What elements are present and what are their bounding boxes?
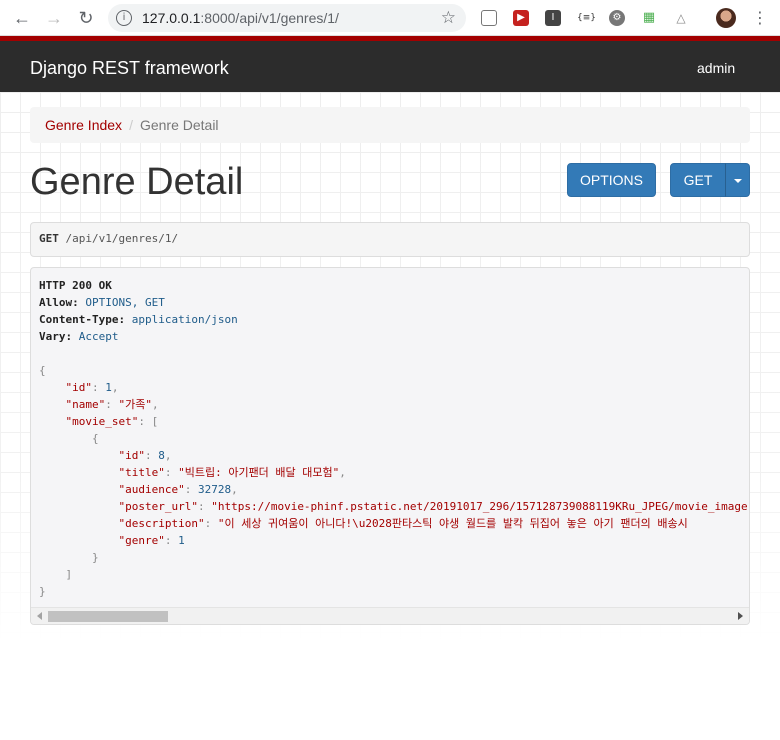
request-method: GET [39, 232, 59, 245]
json-value-id: 1 [105, 381, 112, 394]
forward-icon[interactable]: → [44, 8, 64, 28]
profile-avatar[interactable] [716, 8, 736, 28]
json-value-poster-url[interactable]: https://movie-phinf.pstatic.net/20191017… [218, 500, 749, 513]
back-icon[interactable]: ← [12, 8, 32, 28]
site-info-icon[interactable]: i [116, 10, 132, 26]
breadcrumb-genre-index[interactable]: Genre Index [45, 117, 122, 133]
extension-gear-icon[interactable]: ⚙ [609, 10, 625, 26]
horizontal-scrollbar[interactable] [31, 607, 749, 624]
extension-cast-icon[interactable] [481, 10, 497, 26]
response-info: HTTP 200 OK Allow: OPTIONS, GET Content-… [30, 267, 750, 625]
url-text: 127.0.0.1:8000/api/v1/genres/1/ [142, 10, 339, 26]
breadcrumb-separator: / [129, 117, 133, 133]
extension-json-icon[interactable]: {≡} [577, 10, 596, 26]
json-value-description: 이 세상 귀여움이 아니다!\u2028판타스틱 야생 월드를 발칵 뒤집어 놓… [224, 517, 688, 530]
request-info: GET /api/v1/genres/1/ [30, 222, 750, 257]
json-value-movie-id: 8 [158, 449, 165, 462]
header-value: application/json [131, 313, 238, 326]
navbar: Django REST framework admin [0, 41, 780, 92]
caret-down-icon [733, 179, 742, 184]
header-value: Accept [78, 330, 119, 343]
json-value-title: 빅트립: 아기팬더 배달 대모험 [184, 466, 333, 479]
scroll-right-icon[interactable] [738, 612, 743, 620]
reload-icon[interactable]: ↻ [76, 8, 96, 28]
json-value-name: 가족 [125, 398, 146, 411]
json-value-genre: 1 [178, 534, 185, 547]
breadcrumb-genre-detail: Genre Detail [139, 117, 219, 133]
browser-toolbar: ← → ↻ i 127.0.0.1:8000/api/v1/genres/1/ … [0, 0, 780, 36]
json-value-audience: 32728 [197, 483, 232, 496]
header-name: Allow [39, 296, 73, 309]
extension-dark-icon[interactable]: I [545, 10, 561, 26]
get-format-dropdown-button[interactable] [725, 163, 750, 197]
bookmark-star-icon[interactable]: ☆ [441, 8, 456, 28]
header-name: Content-Type [39, 313, 119, 326]
header-name: Vary [39, 330, 66, 343]
extension-ladder-icon[interactable]: ▦ [641, 10, 657, 26]
scrollbar-thumb[interactable] [48, 611, 168, 622]
get-button[interactable]: GET [670, 163, 726, 197]
extension-red-icon[interactable]: ▶ [513, 10, 529, 26]
scroll-left-icon[interactable] [37, 612, 42, 620]
extension-tree-icon[interactable]: △ [673, 10, 689, 26]
header-value: OPTIONS, GET [85, 296, 165, 309]
brand-link[interactable]: Django REST framework [30, 58, 229, 79]
user-menu[interactable]: admin [697, 60, 735, 76]
request-path: /api/v1/genres/1/ [65, 232, 179, 245]
address-bar[interactable]: i 127.0.0.1:8000/api/v1/genres/1/ ☆ [108, 4, 466, 32]
response-content: HTTP 200 OK Allow: OPTIONS, GET Content-… [39, 277, 749, 600]
browser-menu-icon[interactable]: ⋮ [752, 8, 768, 27]
page-title: Genre Detail [30, 161, 244, 203]
response-status: HTTP 200 OK [39, 279, 112, 292]
options-button[interactable]: OPTIONS [567, 163, 656, 197]
breadcrumb: Genre Index / Genre Detail [30, 107, 750, 143]
